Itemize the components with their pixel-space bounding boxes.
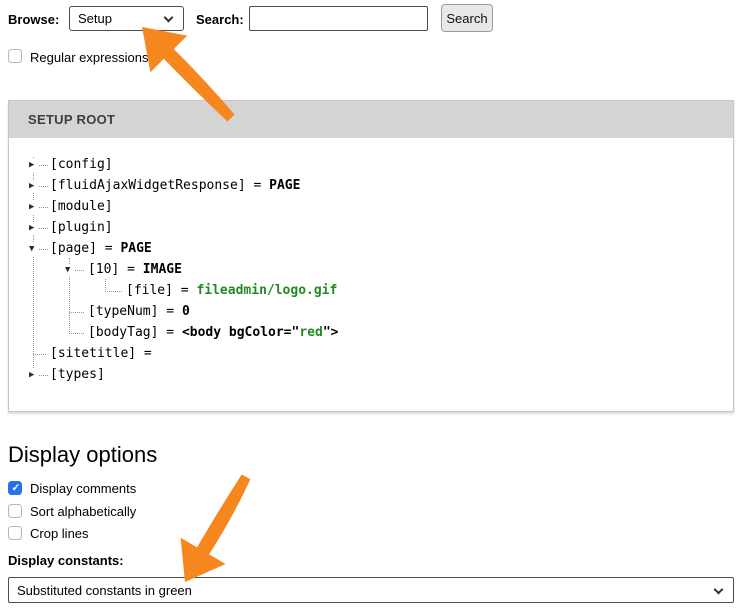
tree-value: <body bgColor=" bbox=[182, 325, 299, 340]
tree-entry: [10] = IMAGE bbox=[88, 262, 182, 277]
tree-dotted-line bbox=[39, 165, 48, 166]
tree-key[interactable]: [file] bbox=[126, 283, 173, 298]
tree-row: ▶ [types] bbox=[9, 365, 733, 386]
tree-dotted-line bbox=[39, 186, 48, 187]
tree-entry: [fluidAjaxWidgetResponse] = PAGE bbox=[50, 178, 300, 193]
browse-select-value: Setup bbox=[78, 11, 112, 26]
display-comments-label[interactable]: Display comments bbox=[30, 481, 136, 496]
equals-sign: = bbox=[246, 178, 269, 193]
tree-entry: [bodyTag] = <body bgColor="red"> bbox=[88, 325, 338, 340]
tree-key[interactable]: [config] bbox=[50, 157, 113, 172]
constants-select[interactable]: Substituted constants in green bbox=[8, 577, 734, 603]
tree-value: PAGE bbox=[269, 178, 300, 193]
collapse-icon[interactable]: ▼ bbox=[28, 243, 35, 256]
equals-sign: = bbox=[173, 283, 196, 298]
tree-row: ▶ [config] bbox=[9, 155, 733, 176]
browse-label: Browse: bbox=[8, 12, 59, 27]
tree-entry: [types] bbox=[50, 367, 105, 382]
setup-root-panel: SETUP ROOT ▶ [config] ▶ [fluidAjaxWidgetRes… bbox=[8, 100, 734, 412]
tree-key[interactable]: [sitetitle] bbox=[50, 346, 136, 361]
tree-key[interactable]: [bodyTag] bbox=[88, 325, 158, 340]
search-input[interactable] bbox=[249, 6, 428, 31]
equals-sign: = bbox=[158, 325, 181, 340]
tree-key[interactable]: [page] bbox=[50, 241, 97, 256]
tree-key[interactable]: [10] bbox=[88, 262, 119, 277]
annotation-arrow-to-constants-select bbox=[181, 475, 251, 583]
panel-title: SETUP ROOT bbox=[28, 112, 115, 127]
tree-dotted-line bbox=[69, 312, 84, 313]
collapse-icon[interactable]: ▼ bbox=[64, 264, 71, 277]
tree-key[interactable]: [typeNum] bbox=[88, 304, 158, 319]
expand-icon[interactable]: ▶ bbox=[28, 369, 35, 382]
tree-row: [bodyTag] = <body bgColor="red"> bbox=[9, 323, 733, 344]
crop-lines-checkbox[interactable] bbox=[8, 526, 22, 540]
tree-dotted-line bbox=[105, 291, 122, 292]
object-browser-page: Browse: Setup Search: Search Regular exp… bbox=[0, 0, 742, 611]
tree-value: PAGE bbox=[120, 241, 151, 256]
search-label: Search: bbox=[196, 12, 244, 27]
tree-row: [typeNum] = 0 bbox=[9, 302, 733, 323]
tree-entry: [sitetitle] = bbox=[50, 346, 160, 361]
tree-entry: [config] bbox=[50, 157, 113, 172]
tree-dotted-line bbox=[33, 354, 46, 355]
tree-row: [file] = fileadmin/logo.gif bbox=[9, 281, 733, 302]
expand-icon[interactable]: ▶ bbox=[28, 201, 35, 214]
chevron-down-icon bbox=[164, 13, 174, 23]
tree-row: ▼ [page] = PAGE bbox=[9, 239, 733, 260]
tree-row: ▶ [plugin] bbox=[9, 218, 733, 239]
sort-alphabetically-label[interactable]: Sort alphabetically bbox=[30, 504, 136, 519]
tree-value: 0 bbox=[182, 304, 190, 319]
equals-sign: = bbox=[119, 262, 142, 277]
regular-expressions-checkbox[interactable] bbox=[8, 49, 22, 63]
expand-icon[interactable]: ▶ bbox=[28, 180, 35, 193]
regular-expressions-label[interactable]: Regular expressions bbox=[30, 50, 149, 65]
expand-icon[interactable]: ▶ bbox=[28, 222, 35, 235]
tree-row: ▼ [10] = IMAGE bbox=[9, 260, 733, 281]
tree-dotted-line bbox=[69, 333, 84, 334]
tree-value-green: red bbox=[299, 325, 322, 340]
tree-entry: [page] = PAGE bbox=[50, 241, 152, 256]
tree-key[interactable]: [types] bbox=[50, 367, 105, 382]
display-options-heading: Display options bbox=[8, 442, 157, 468]
tree-key[interactable]: [module] bbox=[50, 199, 113, 214]
display-comments-checkbox[interactable] bbox=[8, 481, 22, 495]
crop-lines-label[interactable]: Crop lines bbox=[30, 526, 89, 541]
tree-dotted-line bbox=[75, 270, 84, 271]
sort-alphabetically-checkbox[interactable] bbox=[8, 504, 22, 518]
tree-value: IMAGE bbox=[143, 262, 182, 277]
tree-dotted-line bbox=[39, 228, 48, 229]
equals-sign: = bbox=[97, 241, 120, 256]
tree-entry: [plugin] bbox=[50, 220, 113, 235]
tree-key[interactable]: [fluidAjaxWidgetResponse] bbox=[50, 178, 246, 193]
tree-dotted-line bbox=[39, 249, 48, 250]
browse-select[interactable]: Setup bbox=[69, 6, 184, 31]
tree-row: ▶ [fluidAjaxWidgetResponse] = PAGE bbox=[9, 176, 733, 197]
tree-entry: [file] = fileadmin/logo.gif bbox=[126, 283, 337, 298]
tree-row: [sitetitle] = bbox=[9, 344, 733, 365]
constants-select-value: Substituted constants in green bbox=[17, 583, 192, 598]
equals-sign: = bbox=[158, 304, 181, 319]
display-constants-label: Display constants: bbox=[8, 553, 124, 568]
expand-icon[interactable]: ▶ bbox=[28, 159, 35, 172]
tree-row: ▶ [module] bbox=[9, 197, 733, 218]
tree-dotted-line bbox=[39, 207, 48, 208]
tree-entry: [typeNum] = 0 bbox=[88, 304, 190, 319]
tree-value: "> bbox=[323, 325, 339, 340]
typoscript-tree: ▶ [config] ▶ [fluidAjaxWidgetResponse] = PA… bbox=[9, 138, 733, 411]
tree-entry: [module] bbox=[50, 199, 113, 214]
tree-dotted-line bbox=[39, 375, 48, 376]
equals-sign: = bbox=[136, 346, 159, 361]
search-button[interactable]: Search bbox=[441, 4, 493, 32]
tree-key[interactable]: [plugin] bbox=[50, 220, 113, 235]
chevron-down-icon bbox=[714, 584, 724, 594]
panel-header: SETUP ROOT bbox=[9, 101, 733, 138]
tree-value-green: fileadmin/logo.gif bbox=[196, 283, 337, 298]
